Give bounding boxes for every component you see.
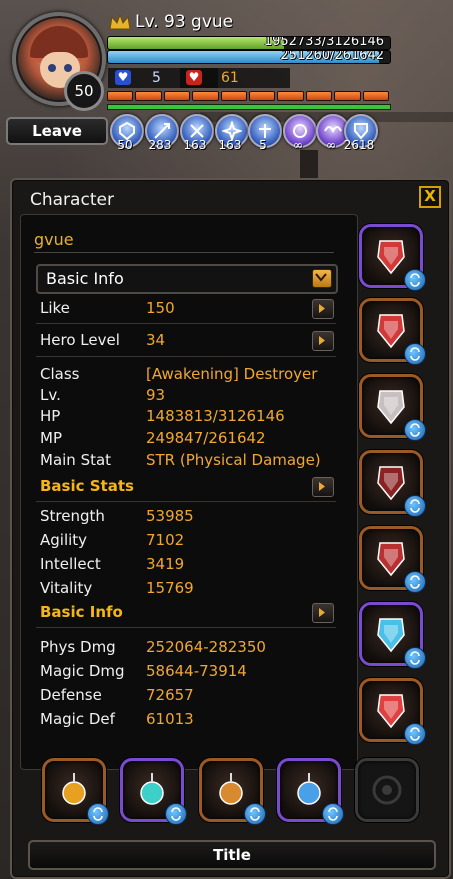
swap-icon[interactable]: [404, 723, 426, 745]
info-value: [Awakening] Destroyer: [146, 365, 318, 383]
info-value: 1483813/3126146: [146, 407, 285, 425]
combat-label: Magic Dmg: [40, 662, 125, 680]
boots-icon[interactable]: [359, 526, 426, 593]
hp-bar: 1952733/3126146: [107, 36, 391, 50]
stat-label: Intellect: [40, 555, 101, 573]
stat-label: Strength: [40, 507, 105, 525]
combat-value: 61013: [146, 710, 194, 728]
necklace-icon[interactable]: [42, 758, 109, 825]
combat-label: Phys Dmg: [40, 638, 116, 656]
ring-icon-2[interactable]: [277, 758, 344, 825]
stat-label: Vitality: [40, 579, 93, 597]
swap-icon[interactable]: [165, 803, 187, 825]
armor-bottom-icon[interactable]: [359, 374, 426, 441]
chevron-down-icon[interactable]: [312, 269, 332, 288]
stat-value: 7102: [146, 531, 185, 549]
segmented-gauge: [107, 91, 390, 101]
info-label: Class: [40, 365, 80, 383]
swap-icon[interactable]: [404, 269, 426, 291]
gloves-icon[interactable]: [359, 450, 426, 517]
basic-stats-heading: Basic Stats: [40, 477, 134, 495]
ring-icon[interactable]: [199, 758, 266, 825]
hp-text: 1952733/3126146: [263, 36, 384, 49]
skill-count: 2618: [343, 138, 375, 152]
leave-button[interactable]: Leave: [6, 117, 108, 145]
title-button[interactable]: Title: [28, 840, 436, 870]
portrait-level-badge: 50: [64, 71, 104, 111]
earring-icon[interactable]: [120, 758, 187, 825]
green-gauge: [107, 104, 391, 110]
dropdown-selected: Basic Info: [46, 269, 124, 288]
name-divider: [34, 252, 334, 253]
player-level-name: Lv. 93 gvue: [135, 12, 234, 32]
stat-value: 15769: [146, 579, 194, 597]
info-value: 249847/261642: [146, 429, 266, 447]
info-label: HP: [40, 407, 61, 425]
mp-bar: 251260/261642: [107, 50, 391, 64]
skill-count: 50: [117, 138, 133, 152]
hero-level-arrow-button[interactable]: [312, 331, 334, 351]
offhand-icon[interactable]: [359, 678, 426, 745]
mp-text: 251260/261642: [280, 50, 384, 63]
divider: [36, 323, 336, 324]
info-dropdown[interactable]: Basic Info: [36, 264, 338, 294]
divider: [36, 356, 336, 357]
crown-icon: [109, 13, 131, 30]
divider: [36, 501, 336, 502]
skill-count: 283: [148, 138, 172, 152]
basic-info-heading: Basic Info: [40, 603, 123, 621]
swap-icon[interactable]: [244, 803, 266, 825]
weapon-icon[interactable]: [359, 602, 426, 669]
combat-value: 252064-282350: [146, 638, 266, 656]
swap-icon[interactable]: [404, 495, 426, 517]
combat-label: Defense: [40, 686, 102, 704]
swap-icon[interactable]: [404, 647, 426, 669]
like-value: 150: [146, 299, 175, 317]
basic-stats-arrow-button[interactable]: [312, 477, 334, 497]
character-panel: Character X gvue Basic Info Like 150 Her…: [10, 178, 451, 879]
close-button[interactable]: X: [419, 186, 441, 208]
stat-value: 3419: [146, 555, 185, 573]
basic-info-arrow-button[interactable]: [312, 603, 334, 623]
red-heart-icon: ♥: [186, 70, 202, 85]
empty-slot-icon[interactable]: [355, 758, 419, 822]
combat-label: Magic Def: [40, 710, 115, 728]
skill-count: 5: [259, 138, 267, 152]
stat-label: Agility: [40, 531, 88, 549]
info-value: 93: [146, 386, 166, 404]
helmet-icon[interactable]: [359, 224, 426, 291]
stat-value: 53985: [146, 507, 194, 525]
info-label: MP: [40, 429, 62, 447]
combat-value: 58644-73914: [146, 662, 247, 680]
like-label: Like: [40, 299, 70, 317]
like-arrow-button[interactable]: [312, 299, 334, 319]
swap-icon[interactable]: [322, 803, 344, 825]
combat-value: 72657: [146, 686, 194, 704]
swap-icon[interactable]: [404, 343, 426, 365]
hero-level-label: Hero Level: [40, 331, 120, 349]
skill-count: 163: [183, 138, 207, 152]
swap-icon[interactable]: [87, 803, 109, 825]
info-label: Lv.: [40, 386, 61, 404]
info-label: Main Stat: [40, 451, 112, 469]
hero-level-value: 34: [146, 331, 166, 349]
blue-heart-icon: ♥: [115, 70, 131, 85]
swap-icon[interactable]: [404, 419, 426, 441]
divider: [36, 627, 336, 628]
stat-b-value: 61: [221, 70, 239, 86]
stat-a-value: 5: [152, 70, 161, 86]
info-value: STR (Physical Damage): [146, 451, 321, 469]
armor-top-icon[interactable]: [359, 298, 426, 365]
character-name: gvue: [34, 230, 74, 249]
panel-title: Character: [30, 190, 114, 210]
swap-icon[interactable]: [404, 571, 426, 593]
